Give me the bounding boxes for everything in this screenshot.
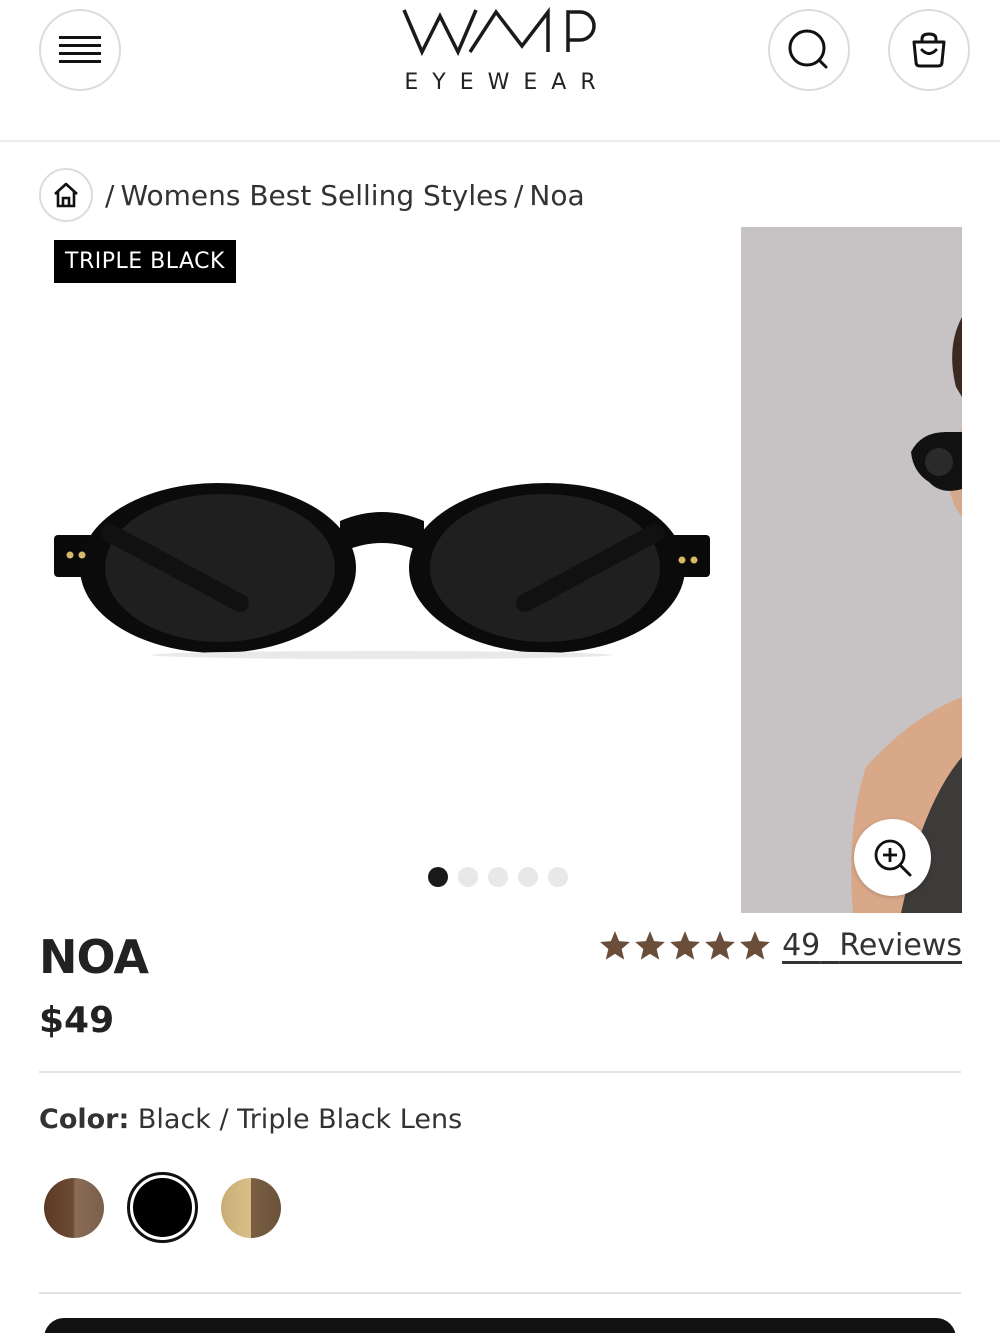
breadcrumb: / Womens Best Selling Styles / Noa	[39, 168, 585, 222]
breadcrumb-home-button[interactable]	[39, 168, 93, 222]
breadcrumb-separator: /	[105, 178, 115, 212]
breadcrumb-item-current: Noa	[529, 178, 585, 212]
wmp-logo-mark	[402, 6, 596, 57]
lens-badge: TRIPLE BLACK	[54, 240, 236, 283]
star-icon	[600, 930, 630, 960]
brand-subtitle: EYEWEAR	[404, 70, 610, 95]
carousel-dot[interactable]	[488, 867, 508, 887]
star-icon	[740, 930, 770, 960]
menu-button[interactable]	[39, 9, 121, 91]
home-icon	[54, 182, 78, 208]
search-icon	[788, 29, 828, 69]
product-name: NOA	[39, 930, 149, 984]
carousel-dots	[428, 867, 568, 887]
divider	[39, 1292, 961, 1294]
hamburger-menu-icon	[59, 36, 101, 63]
product-image-sunglasses[interactable]	[50, 473, 715, 663]
brand-logo[interactable]: EYEWEAR	[380, 0, 620, 110]
swatch-black-fill	[133, 1178, 192, 1237]
star-icon	[705, 930, 735, 960]
color-value: Black / Triple Black Lens	[137, 1104, 463, 1135]
breadcrumb-separator: /	[513, 178, 524, 212]
zoom-button[interactable]	[854, 819, 931, 896]
swatch-tortoise[interactable]	[44, 1178, 104, 1238]
breadcrumb-item-womens-best-selling[interactable]: Womens Best Selling Styles	[120, 179, 508, 212]
swatch-black-selected[interactable]	[127, 1172, 198, 1243]
cart-button[interactable]	[888, 9, 970, 91]
add-to-cart-button[interactable]	[44, 1318, 956, 1333]
model-photo-illustration	[741, 227, 962, 913]
carousel-dot[interactable]	[428, 867, 448, 887]
reviews-label: Reviews	[839, 928, 962, 963]
carousel-dot[interactable]	[548, 867, 568, 887]
product-gallery[interactable]: TRIPLE BLACK	[0, 227, 1000, 917]
rating-stars	[598, 929, 772, 963]
carousel-dot[interactable]	[518, 867, 538, 887]
carousel-dot[interactable]	[458, 867, 478, 887]
divider	[39, 1071, 961, 1073]
color-selection-label: Color: Black / Triple Black Lens	[39, 1104, 462, 1135]
model-photo[interactable]	[741, 227, 962, 913]
color-label: Color:	[39, 1104, 130, 1135]
star-icon	[670, 930, 700, 960]
product-rating[interactable]: 49 Reviews	[598, 928, 962, 963]
site-header: EYEWEAR	[0, 0, 1000, 142]
zoom-in-icon	[874, 839, 911, 876]
product-price: $49	[39, 1000, 115, 1041]
swatch-gold[interactable]	[221, 1178, 281, 1238]
search-button[interactable]	[768, 9, 850, 91]
reviews-count: 49	[782, 928, 821, 963]
star-icon	[635, 930, 665, 960]
shopping-bag-icon	[912, 32, 946, 68]
reviews-link[interactable]: 49 Reviews	[782, 928, 962, 963]
